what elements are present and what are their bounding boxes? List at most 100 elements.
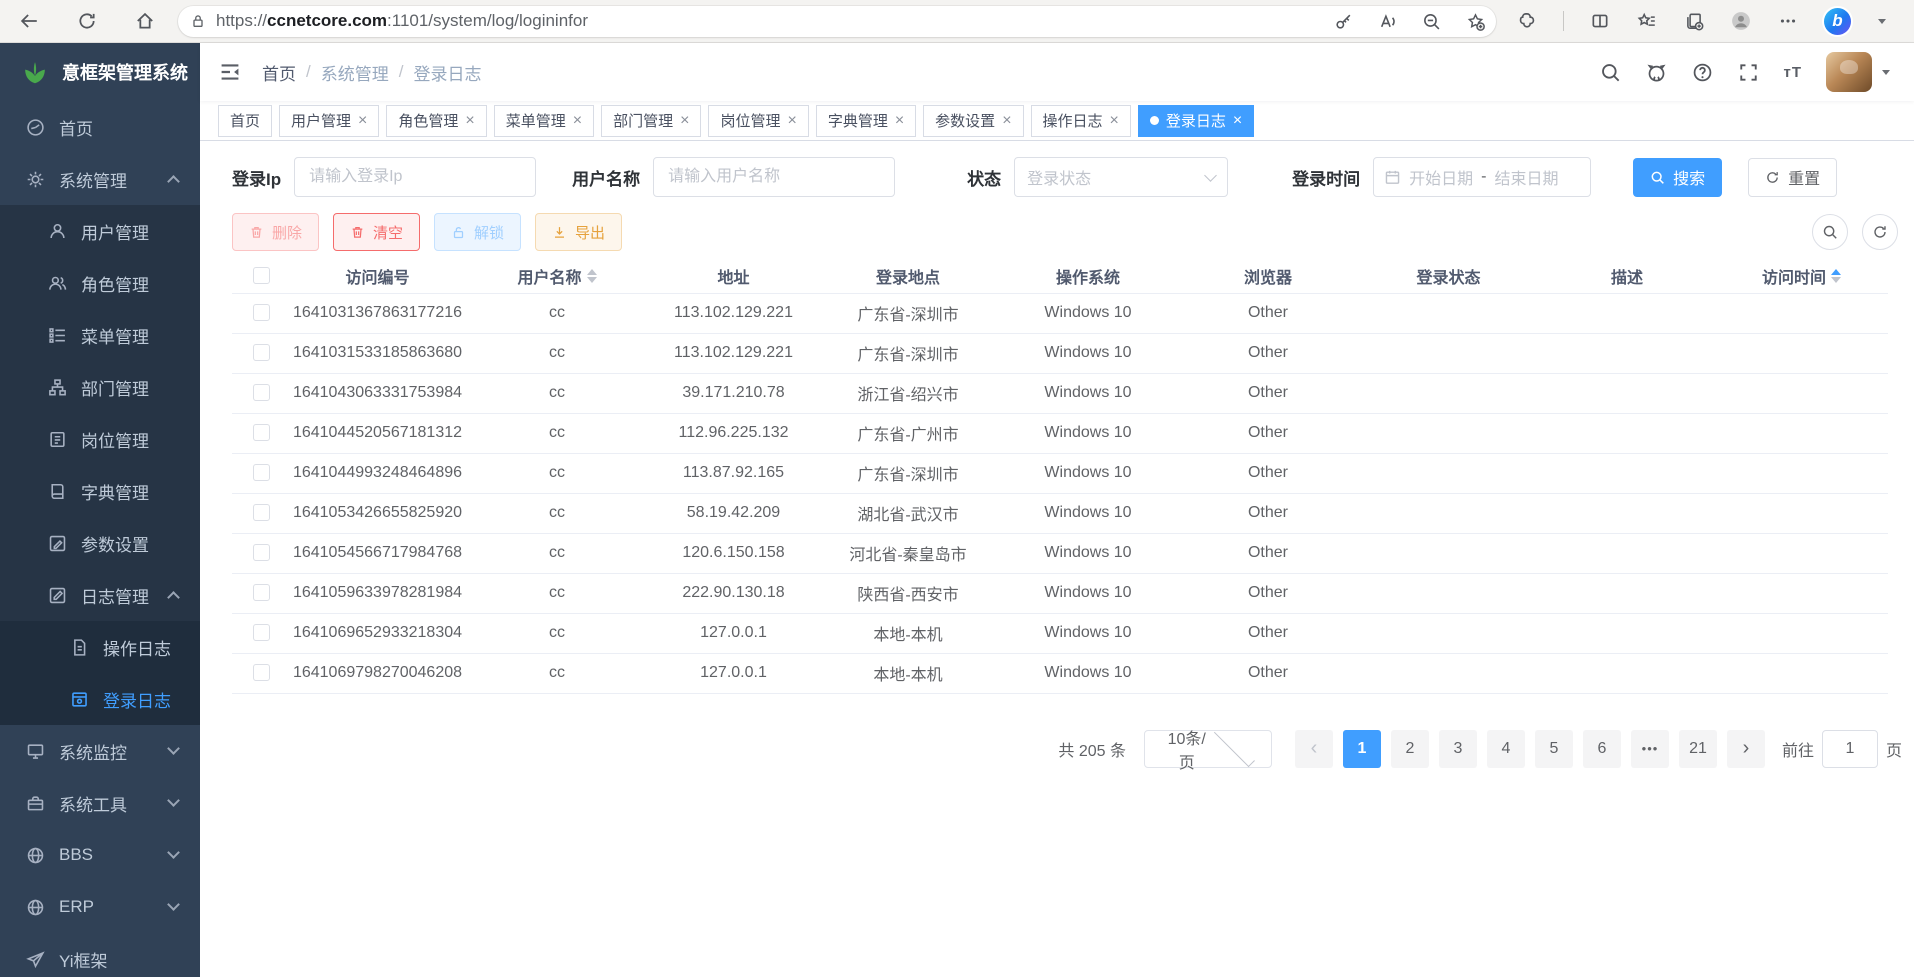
tag-home[interactable]: 首页 (218, 105, 272, 137)
collapse-sidebar-icon[interactable] (218, 60, 242, 84)
col-address: 地址 (717, 264, 749, 288)
sidebar-item-erp[interactable]: ERP (0, 881, 200, 933)
date-range-picker[interactable]: 开始日期 - 结束日期 (1373, 157, 1591, 197)
reset-button[interactable]: 重置 (1748, 158, 1837, 197)
row-checkbox[interactable] (253, 584, 270, 601)
sidebar-item-user-mgmt[interactable]: 用户管理 (0, 205, 200, 257)
tag-close-icon[interactable]: × (1233, 113, 1242, 129)
zoom-out-icon[interactable] (1420, 10, 1442, 32)
sidebar-item-param-settings[interactable]: 参数设置 (0, 517, 200, 569)
tag-post-mgmt[interactable]: 岗位管理× (708, 105, 808, 137)
tag-close-icon[interactable]: × (680, 113, 689, 129)
delete-button[interactable]: 删除 (232, 213, 319, 251)
page-4-button[interactable]: 4 (1487, 730, 1525, 768)
browser-back-icon[interactable] (18, 10, 40, 32)
row-checkbox[interactable] (253, 424, 270, 441)
sidebar-item-operation-log[interactable]: 操作日志 (0, 621, 200, 673)
read-aloud-icon[interactable] (1376, 10, 1398, 32)
sidebar-item-yi-framework[interactable]: Yi框架 (0, 933, 200, 977)
tag-menu-mgmt[interactable]: 菜单管理× (494, 105, 594, 137)
tag-dept-mgmt[interactable]: 部门管理× (601, 105, 701, 137)
header-checkbox[interactable] (253, 267, 270, 284)
next-page-button[interactable]: › (1727, 730, 1765, 768)
total-count: 共 205 条 (1058, 737, 1126, 761)
tag-close-icon[interactable]: × (1110, 113, 1119, 129)
filter-form: 登录Ip 用户名称 状态 登录状态 (232, 157, 1902, 197)
refresh-table-button[interactable] (1862, 214, 1898, 250)
sidebar-item-system-mgmt[interactable]: 系统管理 (0, 153, 200, 205)
sidebar-item-system-monitor[interactable]: 系统监控 (0, 725, 200, 777)
export-button[interactable]: 导出 (535, 213, 622, 251)
page-3-button[interactable]: 3 (1439, 730, 1477, 768)
help-icon[interactable] (1691, 61, 1713, 83)
status-select[interactable]: 登录状态 (1014, 157, 1228, 197)
collections-icon[interactable] (1683, 10, 1705, 32)
favorites-bar-icon[interactable] (1636, 10, 1658, 32)
favorite-add-icon[interactable] (1464, 10, 1486, 32)
browser-refresh-icon[interactable] (76, 10, 98, 32)
tag-operation-log[interactable]: 操作日志× (1031, 105, 1131, 137)
search-button[interactable]: 搜索 (1633, 158, 1722, 197)
clear-button[interactable]: 清空 (333, 213, 420, 251)
sidebar-item-menu-mgmt[interactable]: 菜单管理 (0, 309, 200, 361)
tag-close-icon[interactable]: × (1002, 113, 1011, 129)
row-checkbox[interactable] (253, 544, 270, 561)
row-checkbox[interactable] (253, 304, 270, 321)
tag-login-log[interactable]: 登录日志× (1138, 105, 1254, 137)
browser-more-icon[interactable] (1777, 10, 1799, 32)
user-avatar[interactable] (1826, 52, 1872, 92)
breadcrumb-home[interactable]: 首页 (262, 60, 296, 85)
tag-param-settings[interactable]: 参数设置× (923, 105, 1023, 137)
row-checkbox[interactable] (253, 504, 270, 521)
sidebar-item-home[interactable]: 首页 (0, 101, 200, 153)
tag-role-mgmt[interactable]: 角色管理× (386, 105, 486, 137)
page-size-select[interactable]: 10条/页 (1144, 730, 1272, 768)
goto-page-input[interactable] (1822, 730, 1878, 768)
page-1-button[interactable]: 1 (1343, 730, 1381, 768)
tag-close-icon[interactable]: × (895, 113, 904, 129)
tag-dict-mgmt[interactable]: 字典管理× (816, 105, 916, 137)
browser-essentials-icon[interactable] (1516, 10, 1538, 32)
app-logo[interactable]: 意框架管理系统 (0, 43, 200, 101)
prev-page-button[interactable]: ‹ (1295, 730, 1333, 768)
browser-home-icon[interactable] (134, 10, 156, 32)
header-search-icon[interactable] (1599, 61, 1621, 83)
font-size-icon[interactable]: тТ (1783, 64, 1802, 81)
tag-close-icon[interactable]: × (787, 113, 796, 129)
browser-profile-avatar[interactable] (1730, 10, 1752, 32)
page-6-button[interactable]: 6 (1583, 730, 1621, 768)
tag-close-icon[interactable]: × (573, 113, 582, 129)
col-visit-time: 访问时间 (1762, 264, 1826, 288)
sidebar-item-dept-mgmt[interactable]: 部门管理 (0, 361, 200, 413)
row-checkbox[interactable] (253, 384, 270, 401)
row-checkbox[interactable] (253, 664, 270, 681)
sidebar-item-role-mgmt[interactable]: 角色管理 (0, 257, 200, 309)
sidebar-item-bbs[interactable]: BBS (0, 829, 200, 881)
login-ip-input[interactable] (294, 157, 536, 197)
tag-close-icon[interactable]: × (465, 113, 474, 129)
toggle-search-button[interactable] (1812, 214, 1848, 250)
address-bar[interactable]: https://ccnetcore.com:1101/system/log/lo… (178, 6, 1496, 37)
row-checkbox[interactable] (253, 464, 270, 481)
page-2-button[interactable]: 2 (1391, 730, 1429, 768)
fullscreen-icon[interactable] (1737, 61, 1759, 83)
sidebar-item-dict-mgmt[interactable]: 字典管理 (0, 465, 200, 517)
more-pages-button[interactable]: ••• (1631, 730, 1669, 768)
username-input[interactable] (653, 157, 895, 197)
sidebar-item-log-mgmt[interactable]: 日志管理 (0, 569, 200, 621)
tag-user-mgmt[interactable]: 用户管理× (279, 105, 379, 137)
sidebar-item-post-mgmt[interactable]: 岗位管理 (0, 413, 200, 465)
tag-close-icon[interactable]: × (358, 113, 367, 129)
table-row: 1641053426655825920cc58.19.42.209湖北省-武汉市… (232, 493, 1888, 533)
page-21-button[interactable]: 21 (1679, 730, 1717, 768)
split-screen-icon[interactable] (1589, 10, 1611, 32)
page-5-button[interactable]: 5 (1535, 730, 1573, 768)
row-checkbox[interactable] (253, 624, 270, 641)
copilot-bing-icon[interactable]: b (1824, 8, 1851, 35)
github-icon[interactable] (1645, 61, 1667, 83)
sidebar-item-login-log[interactable]: 登录日志 (0, 673, 200, 725)
sidebar-item-system-tools[interactable]: 系统工具 (0, 777, 200, 829)
password-key-icon[interactable] (1332, 10, 1354, 32)
unlock-button[interactable]: 解锁 (434, 213, 521, 251)
row-checkbox[interactable] (253, 344, 270, 361)
